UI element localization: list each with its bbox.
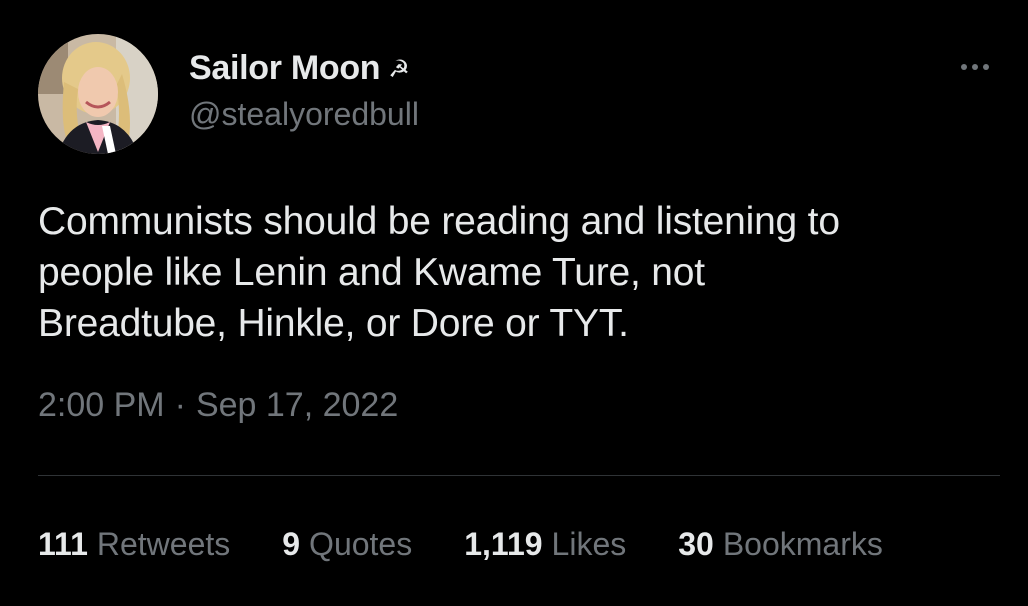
retweets-label: Retweets bbox=[96, 525, 231, 562]
retweets-count: 111 bbox=[38, 525, 88, 562]
divider bbox=[38, 475, 1000, 476]
bookmarks-stat[interactable]: 30 Bookmarks bbox=[678, 526, 883, 563]
bookmarks-count: 30 bbox=[678, 525, 714, 562]
engagement-stats: 111 Retweets 9 Quotes 1,119 Likes 30 Boo… bbox=[38, 522, 883, 566]
more-options-button[interactable] bbox=[950, 52, 1000, 82]
retweets-stat[interactable]: 111 Retweets bbox=[38, 526, 230, 563]
display-name[interactable]: Sailor Moon bbox=[189, 49, 381, 88]
tweet-timestamp[interactable]: 2:00 PM · Sep 17, 2022 bbox=[38, 386, 398, 425]
hammer-sickle-icon: ☭ bbox=[388, 56, 410, 83]
bookmarks-label: Bookmarks bbox=[722, 525, 883, 562]
quotes-stat[interactable]: 9 Quotes bbox=[282, 526, 412, 563]
timestamp-separator: · bbox=[174, 386, 186, 424]
more-horizontal-icon bbox=[983, 64, 989, 70]
more-horizontal-icon bbox=[972, 64, 978, 70]
quotes-label: Quotes bbox=[309, 525, 413, 562]
likes-stat[interactable]: 1,119 Likes bbox=[464, 526, 626, 563]
profile-photo bbox=[38, 34, 158, 154]
tweet-date[interactable]: Sep 17, 2022 bbox=[196, 386, 398, 425]
more-horizontal-icon bbox=[961, 64, 967, 70]
avatar[interactable] bbox=[38, 34, 158, 154]
quotes-count: 9 bbox=[282, 525, 301, 562]
tweet-time[interactable]: 2:00 PM bbox=[38, 386, 165, 425]
tweet-text: Communists should be reading and listeni… bbox=[38, 200, 840, 345]
author-name-row[interactable]: Sailor Moon ☭ bbox=[189, 46, 410, 90]
user-handle[interactable]: @stealyoredbull bbox=[189, 96, 419, 133]
likes-label: Likes bbox=[551, 525, 627, 562]
likes-count: 1,119 bbox=[464, 525, 543, 562]
